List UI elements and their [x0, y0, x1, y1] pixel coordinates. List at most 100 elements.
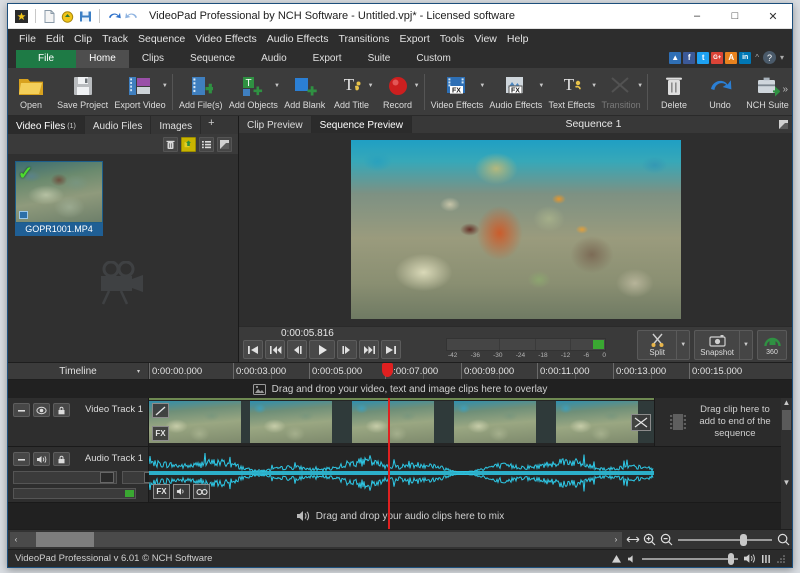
- snapshot-dropdown-arrow[interactable]: ▼: [739, 331, 752, 359]
- preview-tab-sequence-preview[interactable]: Sequence Preview: [312, 116, 412, 133]
- play-button[interactable]: [309, 340, 335, 359]
- chevron-down-icon[interactable]: ▼: [414, 83, 420, 89]
- split-button[interactable]: Split: [638, 331, 676, 359]
- maximize-button[interactable]: □: [716, 4, 754, 29]
- collapse-track-icon[interactable]: [13, 403, 30, 417]
- ruler-playhead-marker[interactable]: [382, 363, 393, 377]
- add-bin-tab-button[interactable]: +: [201, 116, 221, 134]
- mute-track-icon[interactable]: [33, 452, 50, 466]
- close-button[interactable]: ✕: [754, 4, 792, 29]
- google-plus-icon[interactable]: G+: [711, 52, 723, 64]
- audio-track-lane[interactable]: FX: [149, 447, 792, 503]
- menu-item-view[interactable]: View: [469, 31, 502, 47]
- open-button[interactable]: Open: [8, 69, 54, 115]
- save-icon[interactable]: [78, 9, 93, 24]
- ribbon-tab-clips[interactable]: Clips: [129, 50, 177, 68]
- help-icon[interactable]: ?: [763, 51, 776, 64]
- master-volume-slider[interactable]: [642, 552, 738, 566]
- preview-stage[interactable]: [239, 133, 792, 326]
- video-effects-button[interactable]: FXVideo Effects▼: [428, 69, 487, 115]
- thumbs-up-icon[interactable]: ▲: [669, 52, 681, 64]
- media-bin-area[interactable]: ✓ GOPR1001.MP4: [8, 154, 238, 362]
- scrollbar-thumb[interactable]: [782, 410, 791, 430]
- jump-end-button[interactable]: [381, 340, 401, 359]
- overlay-drop-hint[interactable]: Drag and drop your video, text and image…: [8, 380, 792, 398]
- scroll-left-arrow[interactable]: ‹: [10, 535, 22, 544]
- ribbon-tab-sequence[interactable]: Sequence: [177, 50, 248, 68]
- collapse-track-icon[interactable]: [13, 452, 30, 466]
- export-video-button[interactable]: Export Video▼: [111, 69, 169, 115]
- trash-icon[interactable]: [163, 137, 178, 152]
- chevron-down-icon[interactable]: ▼: [162, 83, 168, 89]
- chevron-down-icon[interactable]: ▼: [479, 83, 485, 89]
- zoom-out-icon[interactable]: [658, 532, 675, 548]
- btn-360-view[interactable]: 360: [757, 330, 787, 360]
- chevron-down-icon[interactable]: ▼: [274, 83, 280, 89]
- transition-out-icon[interactable]: [631, 414, 651, 431]
- menu-item-tools[interactable]: Tools: [435, 31, 470, 47]
- twitter-icon[interactable]: t: [697, 52, 709, 64]
- chevron-down-icon[interactable]: ▼: [368, 83, 374, 89]
- menu-item-sequence[interactable]: Sequence: [133, 31, 190, 47]
- menu-item-video-effects[interactable]: Video Effects: [190, 31, 262, 47]
- bin-tab-video-files[interactable]: Video Files(1): [8, 116, 85, 134]
- timeline-scale[interactable]: 0:00:00.0000:00:03.0000:00:05.0000:00:07…: [149, 363, 792, 379]
- menu-item-file[interactable]: File: [14, 31, 41, 47]
- amazon-icon[interactable]: A: [725, 52, 737, 64]
- menu-item-help[interactable]: Help: [502, 31, 534, 47]
- linkedin-icon[interactable]: in: [739, 52, 751, 64]
- scroll-down-arrow[interactable]: ▼: [783, 478, 791, 489]
- menu-item-edit[interactable]: Edit: [41, 31, 69, 47]
- ribbon-collapse-icon[interactable]: ^: [755, 53, 759, 62]
- minimize-button[interactable]: –: [678, 4, 716, 29]
- speaker-icon[interactable]: [743, 553, 756, 564]
- zoom-in-icon[interactable]: [641, 532, 658, 548]
- menu-item-transitions[interactable]: Transitions: [333, 31, 394, 47]
- lock-track-icon[interactable]: [53, 403, 70, 417]
- timeline-vertical-scrollbar[interactable]: ▲ ▼: [781, 398, 792, 529]
- fit-to-window-icon[interactable]: [624, 532, 641, 548]
- audio-mix-dropzone[interactable]: Drag and drop your audio clips here to m…: [8, 503, 792, 529]
- speaker-low-icon[interactable]: [627, 554, 637, 564]
- ribbon-tab-audio[interactable]: Audio: [248, 50, 300, 68]
- detach-panel-icon[interactable]: [775, 116, 792, 133]
- prev-frame-marker-button[interactable]: [265, 340, 285, 359]
- next-frame-marker-button[interactable]: [359, 340, 379, 359]
- chevron-down-icon[interactable]: ▼: [637, 83, 643, 89]
- audio-volume-icon[interactable]: [173, 484, 190, 499]
- video-track-lane[interactable]: FX Drag clip here to add to end of the s…: [149, 398, 792, 447]
- level-up-icon[interactable]: [611, 554, 622, 564]
- menu-item-export[interactable]: Export: [394, 31, 434, 47]
- detach-panel-icon[interactable]: [217, 137, 232, 152]
- audio-fx-icon[interactable]: FX: [153, 484, 170, 499]
- scroll-right-arrow[interactable]: ›: [610, 535, 622, 544]
- step-forward-button[interactable]: [337, 340, 357, 359]
- add-objects-button[interactable]: TAdd Objects▼: [226, 69, 281, 115]
- add-title-button[interactable]: TAdd Title▼: [329, 69, 375, 115]
- ribbon-tab-file[interactable]: File: [16, 50, 76, 68]
- menu-item-track[interactable]: Track: [97, 31, 133, 47]
- open-recent-icon[interactable]: [60, 9, 75, 24]
- hscroll-thumb[interactable]: [36, 532, 94, 547]
- step-back-button[interactable]: [287, 340, 307, 359]
- hscroll-track[interactable]: [22, 532, 610, 547]
- ribbon-tab-custom[interactable]: Custom: [403, 50, 463, 68]
- add-blank-button[interactable]: Add Blank: [281, 69, 329, 115]
- sequence-end-dropzone[interactable]: Drag clip here to add to end of the sequ…: [654, 398, 792, 446]
- audio-meter-icon[interactable]: [761, 554, 772, 564]
- audio-pan-slider[interactable]: [13, 471, 117, 484]
- undo-icon[interactable]: [106, 9, 121, 24]
- ribbon-overflow-button[interactable]: »: [782, 84, 788, 95]
- snapshot-button[interactable]: Snapshot: [695, 331, 739, 359]
- zoom-selection-icon[interactable]: [775, 532, 792, 548]
- redo-icon[interactable]: [124, 9, 139, 24]
- refresh-media-icon[interactable]: [181, 137, 196, 152]
- effects-fx-icon[interactable]: FX: [152, 426, 169, 441]
- transition-in-icon[interactable]: [152, 403, 169, 418]
- ribbon-tab-home[interactable]: Home: [76, 50, 129, 68]
- split-dropdown-arrow[interactable]: ▼: [676, 331, 689, 359]
- ribbon-tab-export[interactable]: Export: [300, 50, 355, 68]
- app-icon[interactable]: [14, 9, 29, 24]
- audio-link-icon[interactable]: [193, 484, 210, 499]
- help-dropdown-icon[interactable]: ▾: [780, 53, 784, 62]
